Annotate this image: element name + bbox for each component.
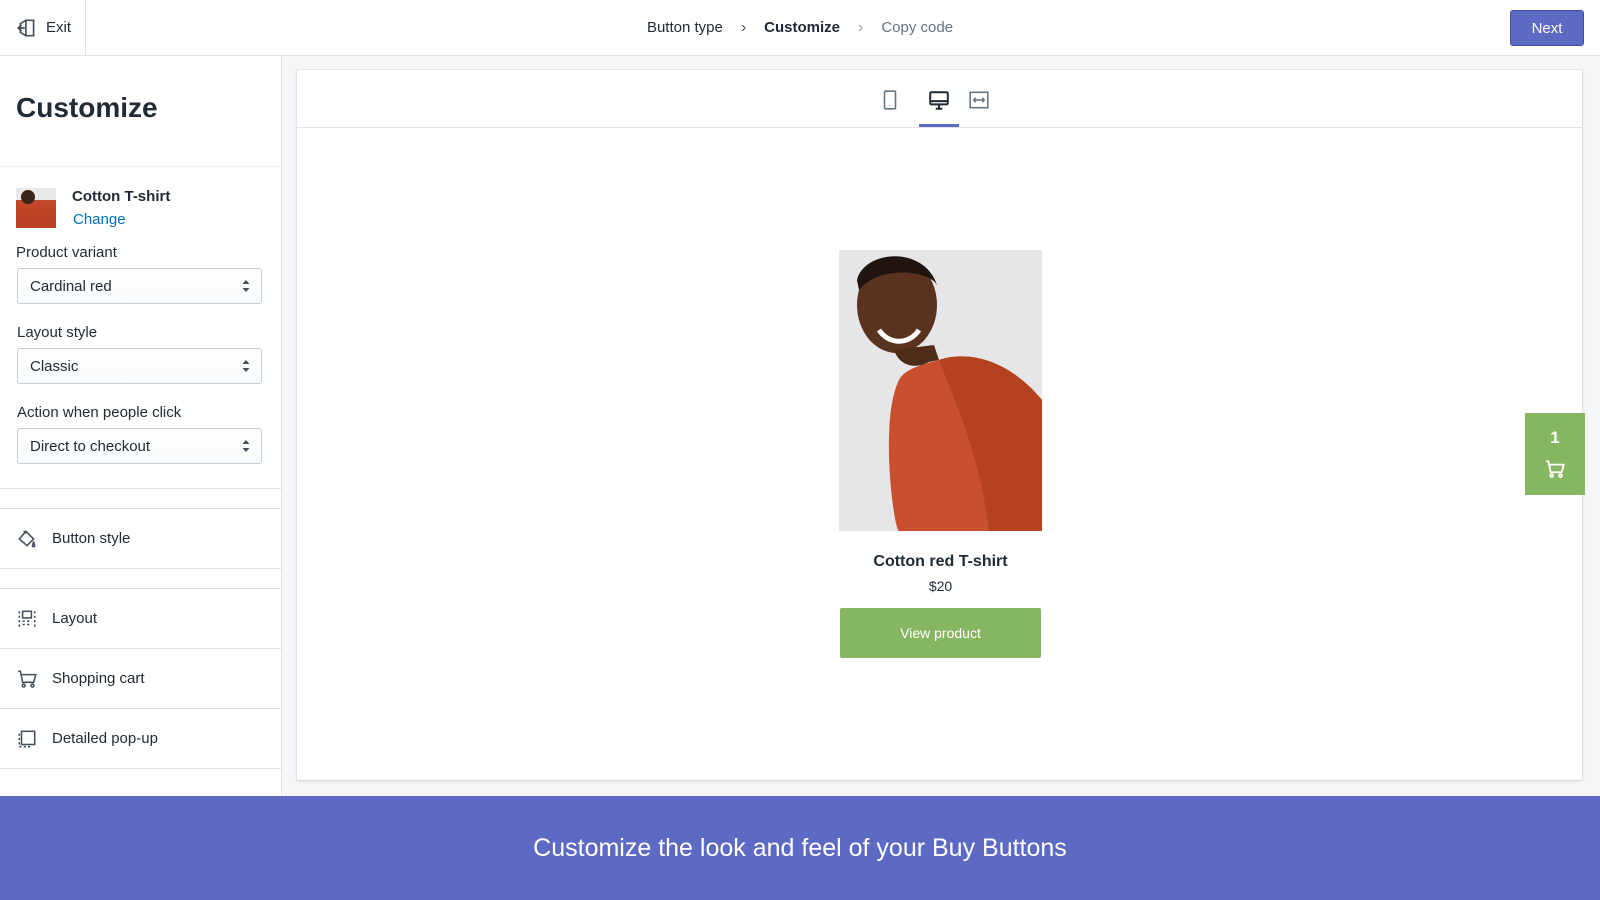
desktop-view-icon [929, 91, 949, 110]
change-product-link[interactable]: Change [73, 211, 126, 228]
top-bar: Exit Button type › Customize › Copy code… [0, 0, 1600, 56]
layout-style-label: Layout style [17, 324, 98, 341]
divider [0, 166, 282, 167]
tab-mobile-view[interactable] [875, 85, 905, 115]
cart-icon [18, 670, 37, 688]
product-variant-label: Product variant [16, 244, 117, 261]
exit-button[interactable]: Exit [0, 0, 86, 55]
step-copy-code[interactable]: Copy code [881, 19, 953, 36]
cart-count: 1 [1550, 428, 1560, 447]
select-arrows-icon [242, 440, 250, 452]
cart-icon [1546, 460, 1565, 478]
full-width-view-icon [969, 91, 989, 109]
chevron-right-icon: › [858, 18, 864, 36]
divider [0, 768, 282, 769]
product-image [839, 250, 1042, 531]
click-action-value: Direct to checkout [30, 437, 151, 455]
click-action-label: Action when people click [17, 404, 182, 421]
layout-icon [18, 610, 36, 627]
exit-icon [17, 18, 35, 37]
step-customize[interactable]: Customize [764, 19, 840, 36]
product-name: Cotton T-shirt [72, 188, 171, 205]
banner-text: Customize the look and feel of your Buy … [533, 833, 1067, 862]
mobile-view-icon [883, 90, 897, 110]
breadcrumb: Button type › Customize › Copy code [0, 0, 1600, 55]
page-title: Customize [16, 92, 158, 123]
view-tabs [297, 70, 1582, 128]
nav-label: Detailed pop-up [52, 730, 158, 747]
divider [0, 488, 282, 489]
nav-label: Shopping cart [52, 670, 145, 687]
exit-label: Exit [46, 19, 72, 36]
product-variant-value: Cardinal red [30, 277, 112, 295]
tab-full-width-view[interactable] [964, 85, 994, 115]
nav-layout[interactable]: Layout [0, 589, 282, 648]
promo-banner: Customize the look and feel of your Buy … [0, 796, 1600, 900]
view-product-button[interactable]: View product [840, 608, 1041, 658]
paint-bucket-icon [18, 529, 36, 547]
layout-style-select[interactable]: Classic [17, 348, 262, 384]
nav-button-style[interactable]: Button style [0, 509, 282, 568]
next-button[interactable]: Next [1510, 10, 1584, 46]
layout-style-value: Classic [30, 357, 79, 375]
nav-label: Layout [52, 610, 98, 627]
product-price: $20 [928, 578, 953, 594]
product-thumbnail [16, 188, 56, 228]
nav-shopping-cart[interactable]: Shopping cart [0, 649, 282, 708]
nav-label: Button style [52, 530, 131, 547]
cart-toggle[interactable]: 1 [1525, 413, 1585, 495]
select-arrows-icon [242, 360, 250, 372]
popup-icon [18, 730, 36, 747]
select-arrows-icon [242, 280, 250, 292]
divider [0, 568, 282, 569]
step-button-type[interactable]: Button type [647, 19, 723, 36]
tab-desktop-view[interactable] [924, 85, 954, 115]
click-action-select[interactable]: Direct to checkout [17, 428, 262, 464]
product-title: Cotton red T-shirt [873, 553, 1008, 570]
product-variant-select[interactable]: Cardinal red [17, 268, 262, 304]
preview-panel: Cotton red T-shirt $20 View product 1 [297, 70, 1585, 780]
nav-detailed-popup[interactable]: Detailed pop-up [0, 709, 282, 768]
chevron-right-icon: › [740, 18, 747, 36]
sidebar: Customize Cotton T-shirt Change Product … [0, 56, 282, 800]
active-tab-indicator [919, 124, 959, 127]
